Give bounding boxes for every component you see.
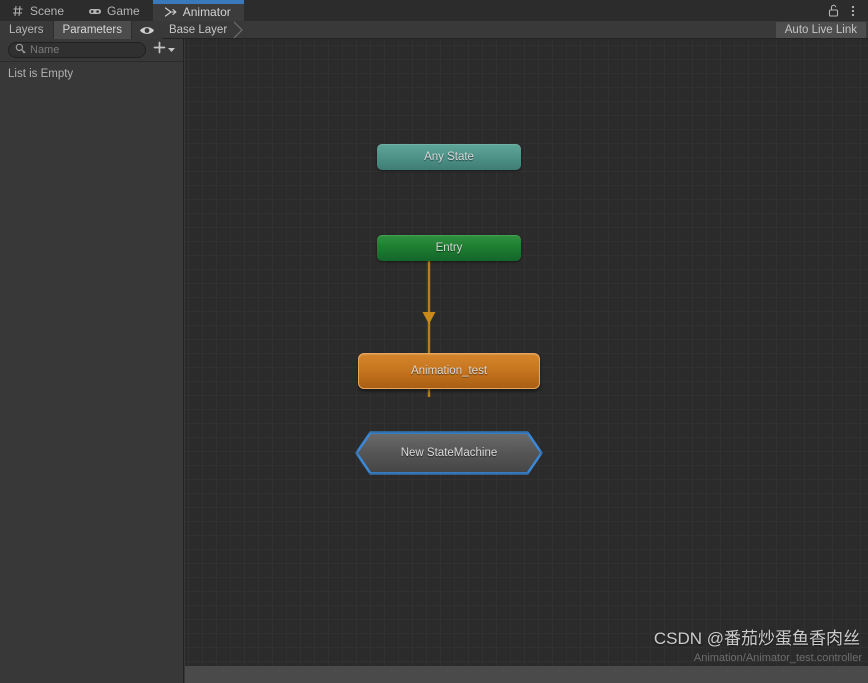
gamepad-icon <box>88 4 102 18</box>
tab-animator-label: Animator <box>182 4 231 19</box>
tab-parameters-label: Parameters <box>62 24 122 36</box>
search-placeholder: Name <box>30 44 60 56</box>
window-controls <box>824 0 868 21</box>
breadcrumb[interactable]: Base Layer <box>162 21 244 39</box>
parameters-search-row: Name <box>0 39 183 61</box>
entry-label: Entry <box>435 242 463 254</box>
parameters-panel: Name List is Empty <box>0 39 184 683</box>
window-tab-bar: Scene Game Animator <box>0 0 868 21</box>
auto-live-link-label: Auto Live Link <box>784 24 857 36</box>
eye-icon[interactable] <box>131 21 162 39</box>
search-input[interactable]: Name <box>8 42 146 58</box>
animator-toolbar: Layers Parameters Base Layer Auto Live L… <box>0 21 868 39</box>
new-statemachine-label: New StateMachine <box>400 447 498 459</box>
animation-test-state[interactable]: Animation_test <box>358 353 540 389</box>
kebab-menu-icon[interactable] <box>844 2 862 20</box>
breadcrumb-base-layer: Base Layer <box>168 24 228 36</box>
lock-open-icon[interactable] <box>824 2 842 20</box>
any-state-label: Any State <box>424 151 474 163</box>
tab-scene-label: Scene <box>30 3 65 18</box>
plus-icon <box>153 41 166 59</box>
auto-live-link-button[interactable]: Auto Live Link <box>775 22 866 38</box>
tab-parameters[interactable]: Parameters <box>53 21 132 39</box>
tab-layers-label: Layers <box>9 24 44 36</box>
graph-bottom-strip <box>185 666 868 683</box>
tab-game[interactable]: Game <box>77 0 153 21</box>
tab-animator[interactable]: Animator <box>152 0 244 21</box>
asset-path-label: Animation/Animator_test.controller <box>693 652 862 664</box>
animator-graph-canvas[interactable]: Any State Entry Animation_test New State… <box>185 39 868 666</box>
add-parameter-button[interactable] <box>146 41 179 59</box>
animator-icon <box>164 5 178 19</box>
any-state-node[interactable]: Any State <box>377 144 521 170</box>
chevron-right-icon <box>233 21 244 39</box>
animator-window: Scene Game Animator Layers Parameters Ba… <box>0 0 868 683</box>
entry-node[interactable]: Entry <box>377 235 521 261</box>
chevron-down-icon <box>167 41 176 59</box>
search-icon <box>15 41 26 59</box>
toolbar-spacer <box>243 21 776 38</box>
tab-scene[interactable]: Scene <box>0 0 77 21</box>
animation-test-label: Animation_test <box>410 365 488 377</box>
tab-bar-spacer <box>244 0 824 21</box>
grid-icon <box>11 4 25 18</box>
parameters-empty-message: List is Empty <box>8 68 74 80</box>
tab-game-label: Game <box>107 3 140 18</box>
tab-layers[interactable]: Layers <box>0 21 54 39</box>
csdn-watermark: CSDN @番茄炒蛋鱼香肉丝 <box>653 629 860 648</box>
new-statemachine-node[interactable]: New StateMachine <box>358 434 540 472</box>
